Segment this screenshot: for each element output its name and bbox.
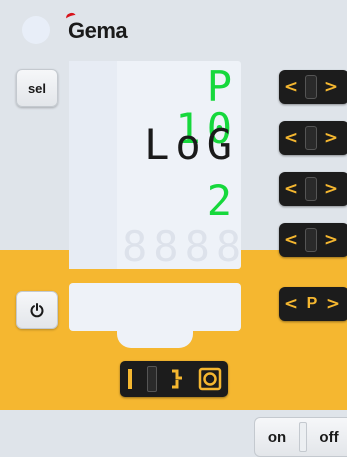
program-label: P [306, 295, 318, 312]
manual-mode-icon [128, 369, 133, 389]
on-label[interactable]: on [255, 429, 299, 446]
row3-decrease-icon[interactable]: < [279, 179, 303, 199]
row2-decrease-icon[interactable]: < [279, 128, 303, 148]
power-switch[interactable]: on off [254, 417, 347, 457]
off-label[interactable]: off [307, 429, 347, 446]
mode-selector[interactable] [120, 361, 228, 397]
row4-decrease-icon[interactable]: < [279, 230, 303, 250]
status-led [22, 16, 50, 44]
row4-increase-icon[interactable]: > [319, 230, 343, 250]
row4-adjust-button[interactable]: < > [279, 223, 347, 257]
switch-divider [299, 422, 307, 452]
row1-increase-icon[interactable]: > [319, 77, 343, 97]
inactive-readout: 8888 [122, 222, 248, 271]
sel-button[interactable]: sel [16, 69, 58, 107]
mode-readout: LoG [144, 120, 238, 169]
program-select-button[interactable]: < P > [279, 287, 347, 321]
row1-slider-icon [305, 75, 317, 99]
row2-slider-icon [305, 126, 317, 150]
power-icon [30, 303, 44, 318]
row1-adjust-button[interactable]: < > [279, 70, 347, 104]
row1-decrease-icon[interactable]: < [279, 77, 303, 97]
mode-divider [146, 366, 157, 392]
row3-increase-icon[interactable]: > [319, 179, 343, 199]
display-left-column [69, 61, 117, 269]
value-readout: 2 [206, 176, 238, 225]
program-next-icon[interactable]: > [321, 294, 345, 314]
row4-slider-icon [305, 228, 317, 252]
target-mode-icon [198, 367, 221, 391]
flow-mode-icon [172, 369, 183, 389]
secondary-display-tab [117, 326, 193, 348]
standby-button[interactable] [16, 291, 58, 329]
secondary-display [69, 283, 241, 331]
row3-slider-icon [305, 177, 317, 201]
row3-adjust-button[interactable]: < > [279, 172, 347, 206]
brand-logo: Gema [68, 18, 128, 43]
row2-adjust-button[interactable]: < > [279, 121, 347, 155]
row2-increase-icon[interactable]: > [319, 128, 343, 148]
program-prev-icon[interactable]: < [279, 294, 303, 314]
